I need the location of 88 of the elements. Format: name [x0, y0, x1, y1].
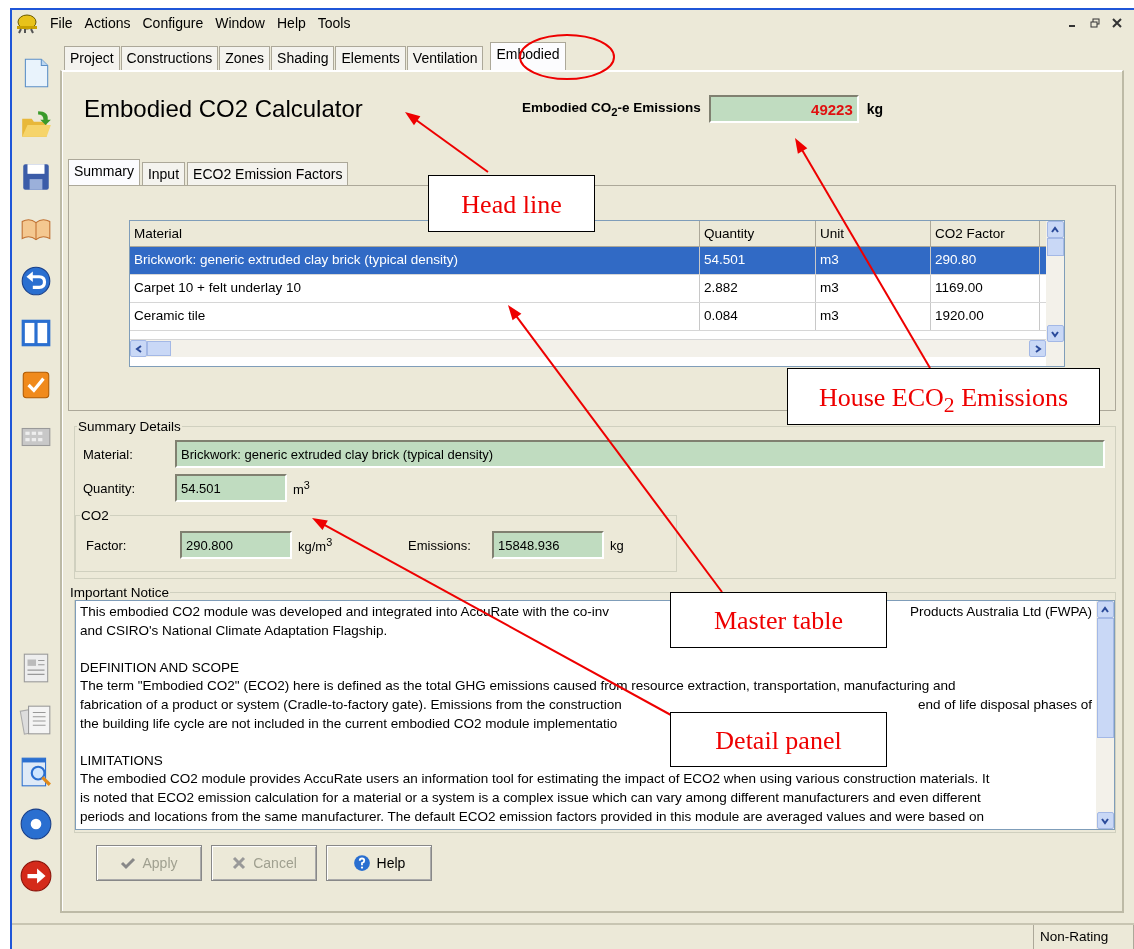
- annotation-callout: Detail panel: [670, 712, 887, 767]
- annotation-callout: Master table: [670, 592, 887, 648]
- hardhat-icon[interactable]: [14, 12, 40, 34]
- tab[interactable]: Input: [141, 162, 186, 185]
- notice-text: Products Australia Ltd (FWPA): [909, 603, 1092, 621]
- notice-text: fabrication of a product or system (Cradle-to-factory gate). Emissions from the construction: [80, 695, 622, 714]
- notice-text: is noted that ECO2 emission calculation for a material or a system is a complex issue which can vary among different manufacturers and even different: [80, 788, 981, 807]
- table-cell: Carpet 10 + felt underlay 10: [130, 275, 700, 302]
- annotation-callout: Head line: [428, 175, 595, 232]
- scroll-left-icon[interactable]: [130, 340, 147, 357]
- scroll-up-icon[interactable]: [1046, 221, 1064, 238]
- table-cell: 2.882: [700, 275, 816, 302]
- documents-icon[interactable]: [19, 703, 53, 737]
- field-label: Quantity:: [83, 480, 137, 496]
- total-emissions-field: 49223: [708, 95, 859, 123]
- tab[interactable]: Zones: [219, 46, 271, 70]
- table-cell: 1169.00: [931, 275, 1040, 302]
- record-icon[interactable]: [19, 807, 53, 841]
- check-icon: [120, 855, 137, 871]
- search-document-icon[interactable]: [19, 755, 53, 789]
- factor-field[interactable]: 290.800: [180, 531, 292, 559]
- tab[interactable]: Elements: [335, 46, 406, 70]
- field-label: Material:: [83, 446, 134, 462]
- vertical-scrollbar[interactable]: [1046, 221, 1064, 366]
- field-label: Factor:: [86, 537, 128, 553]
- horizontal-scrollbar[interactable]: [130, 340, 1046, 357]
- unit-label: kg: [866, 101, 884, 117]
- cross-icon: [231, 855, 248, 871]
- page-heading: Embodied CO2 Calculator: [84, 95, 364, 123]
- quantity-field[interactable]: 54.501: [175, 474, 287, 502]
- table-row[interactable]: Brickwork: generic extruded clay brick (typical density) 54.501 m3 290.80: [130, 247, 1046, 275]
- close-icon[interactable]: [1112, 18, 1122, 28]
- annotation-callout: House ECO$_{2}$ Emissions: [787, 368, 1100, 425]
- table-cell: m3: [816, 247, 931, 274]
- menu-item[interactable]: Window: [211, 15, 273, 31]
- column-header[interactable]: CO2 Factor: [931, 221, 1040, 246]
- notice-text: periods and locations from the same manufacturer. The default ECO2 emission factors provided in this module are averaged values and were based on: [80, 807, 984, 826]
- table-cell: m3: [816, 275, 931, 302]
- tab[interactable]: Ventilation: [406, 46, 484, 70]
- table-cell: 54.501: [700, 247, 816, 274]
- table-cell: 290.80: [931, 247, 1040, 274]
- table-cell: Brickwork: generic extruded clay brick (typical density): [130, 247, 700, 274]
- table-cell: m3: [816, 303, 931, 330]
- help-icon: [352, 854, 371, 872]
- notice-text: LIMITATIONS: [80, 751, 163, 770]
- notice-text: DEFINITION AND SCOPE: [80, 658, 240, 677]
- scroll-right-icon[interactable]: [1029, 340, 1046, 357]
- menu-item[interactable]: Configure: [138, 15, 212, 31]
- group-title: CO2: [80, 508, 110, 523]
- notice-text: and CSIRO's National Climate Adaptation Flagship.: [80, 621, 388, 640]
- unit-label: kg/m$^{3}$: [298, 535, 334, 555]
- menu-item[interactable]: File: [46, 15, 81, 31]
- group-title: Summary Details: [77, 419, 182, 434]
- column-header[interactable]: Quantity: [700, 221, 816, 246]
- undo-icon[interactable]: [19, 264, 53, 298]
- help-button[interactable]: Help: [326, 845, 432, 881]
- scroll-up-icon[interactable]: [1096, 601, 1114, 618]
- unit-label: m$^{3}$: [293, 478, 310, 498]
- field-label: Emissions:: [408, 537, 472, 553]
- tab[interactable]: Shading: [271, 46, 335, 70]
- menu-item[interactable]: Tools: [313, 15, 359, 31]
- scroll-thumb[interactable]: [147, 341, 171, 356]
- notice-text: The embodied CO2 module provides AccuRate users an information tool for estimating the impact of ECO2 when using various construction materials. It: [80, 770, 990, 789]
- table-cell: 1920.00: [931, 303, 1040, 330]
- emissions-field[interactable]: 15848.936: [492, 531, 604, 559]
- menu-item[interactable]: Actions: [80, 15, 139, 31]
- table-cell: 0.084: [700, 303, 816, 330]
- notice-text: the building life cycle are not included in the current embodied CO2 module implementatio: [80, 714, 618, 733]
- vertical-scrollbar[interactable]: [1096, 601, 1114, 829]
- column-header[interactable]: Unit: [816, 221, 931, 246]
- tab[interactable]: Project: [64, 46, 120, 70]
- scroll-down-icon[interactable]: [1046, 325, 1064, 342]
- table-row[interactable]: Carpet 10 + felt underlay 10 2.882 m3 1169.00: [130, 275, 1046, 303]
- scroll-thumb[interactable]: [1046, 238, 1064, 256]
- menu-item[interactable]: Help: [273, 15, 314, 31]
- tab[interactable]: Constructions: [120, 46, 219, 70]
- status-text: Non-Rating: [1034, 925, 1134, 949]
- group-title: Important Notice: [69, 585, 171, 600]
- tab[interactable]: Summary: [68, 159, 140, 185]
- table-row[interactable]: Ceramic tile 0.084 m3 1920.00: [130, 303, 1046, 331]
- material-field[interactable]: Brickwork: generic extruded clay brick (typical density): [175, 440, 1105, 468]
- scroll-down-icon[interactable]: [1096, 812, 1114, 829]
- tab[interactable]: ECO2 Emission Factors: [187, 162, 349, 185]
- total-label: Embodied CO$_{2}$-e Emissions: [522, 100, 701, 118]
- restore-icon[interactable]: [1090, 18, 1100, 28]
- unit-label: kg: [610, 537, 624, 553]
- notice-text: end of life disposal phases of: [917, 695, 1092, 714]
- scroll-thumb[interactable]: [1096, 618, 1114, 738]
